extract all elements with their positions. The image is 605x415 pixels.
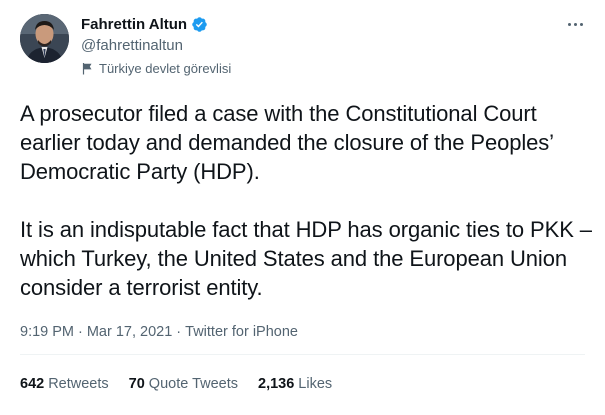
tweet-time[interactable]: 9:19 PM	[20, 324, 74, 340]
tweet-card: Fahrettin Altun @fahrettinaltun Türkiye …	[0, 0, 605, 415]
avatar[interactable]	[20, 14, 69, 63]
retweets-stat[interactable]: 642 Retweets	[20, 376, 109, 392]
tweet-text: A prosecutor filed a case with the Const…	[20, 99, 595, 302]
verified-badge-icon	[192, 16, 207, 32]
author-handle[interactable]: @fahrettinaltun	[81, 37, 183, 54]
tweet-paragraph-2: It is an indisputable fact that HDP has …	[20, 217, 592, 300]
government-label-text: Türkiye devlet görevlisi	[99, 61, 232, 76]
dot-icon	[579, 22, 583, 26]
meta-separator: ·	[176, 324, 182, 340]
quote-tweets-count: 70	[128, 376, 145, 392]
dot-icon	[573, 22, 577, 26]
more-options-button[interactable]	[563, 16, 587, 32]
likes-stat[interactable]: 2,136 Likes	[258, 376, 332, 392]
engagement-stats: 642 Retweets 70 Quote Tweets 2,136 Likes	[20, 376, 332, 392]
retweets-label: Retweets	[48, 376, 109, 392]
dot-icon	[567, 22, 571, 26]
quote-tweets-label: Quote Tweets	[148, 376, 238, 392]
divider	[20, 354, 585, 355]
profile-photo-icon	[20, 14, 69, 63]
author-name-row: Fahrettin Altun	[81, 14, 208, 34]
government-label[interactable]: Türkiye devlet görevlisi	[81, 61, 231, 76]
likes-label: Likes	[298, 376, 333, 392]
tweet-date[interactable]: Mar 17, 2021	[87, 324, 172, 340]
retweets-count: 642	[20, 376, 45, 392]
likes-count: 2,136	[258, 376, 295, 392]
tweet-paragraph-1: A prosecutor filed a case with the Const…	[20, 101, 554, 184]
meta-separator: ·	[78, 324, 83, 340]
flag-icon	[82, 63, 92, 75]
quote-tweets-stat[interactable]: 70 Quote Tweets	[129, 376, 238, 392]
author-display-name[interactable]: Fahrettin Altun	[81, 16, 187, 33]
tweet-meta: 9:19 PM · Mar 17, 2021 · Twitter for iPh…	[20, 324, 298, 340]
tweet-source[interactable]: Twitter for iPhone	[185, 324, 298, 340]
